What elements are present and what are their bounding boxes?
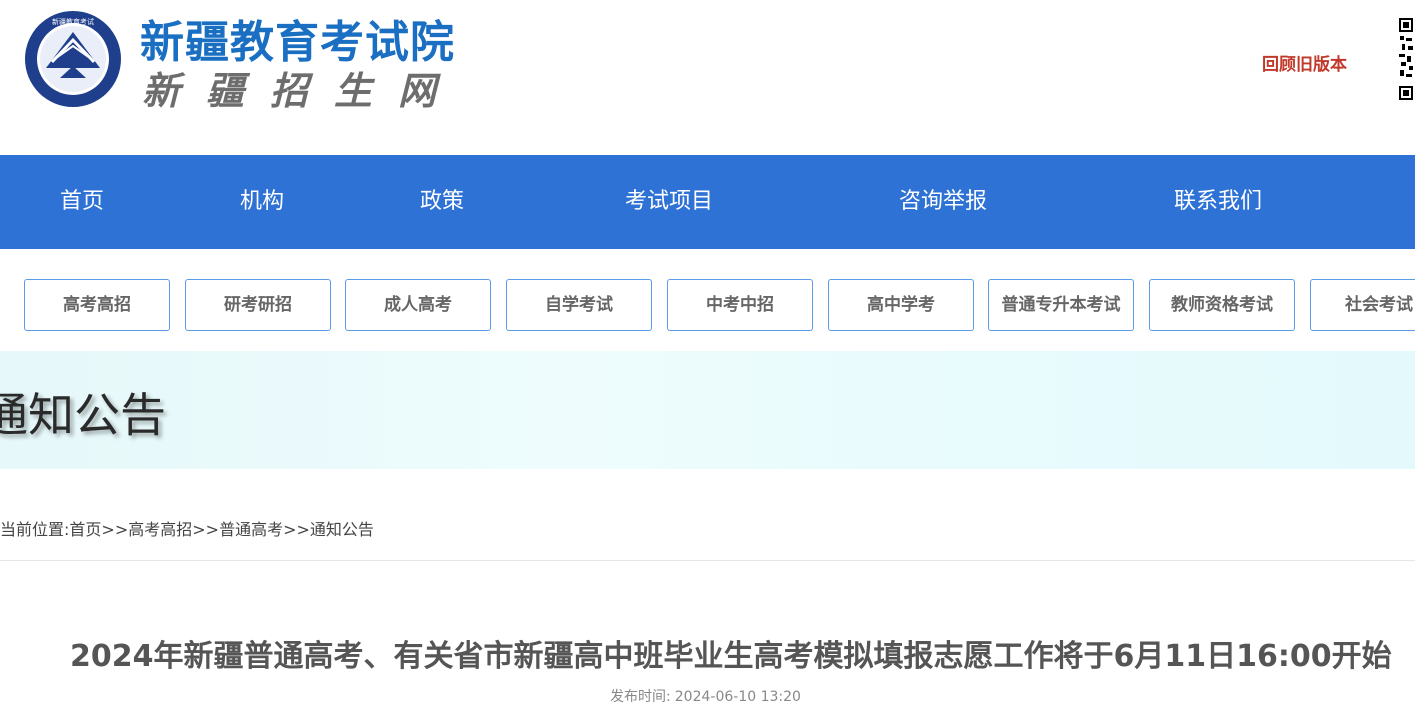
breadcrumb-separator: >> xyxy=(192,520,220,539)
article-title: 2024年新疆普通高考、有关省市新疆高中班毕业生高考模拟填报志愿工作将于6月11… xyxy=(70,639,1392,674)
nav-item-organization[interactable]: 机构 xyxy=(240,155,284,249)
category-button-zhongkao[interactable]: 中考中招 xyxy=(667,279,813,331)
category-button-high-school[interactable]: 高中学考 xyxy=(828,279,974,331)
site-header: 新疆教育考试 新疆教育考试院 新疆招生网 回顾旧版本 xyxy=(0,0,1415,155)
category-button-self-study[interactable]: 自学考试 xyxy=(506,279,652,331)
nav-item-contact-us[interactable]: 联系我们 xyxy=(1174,155,1262,249)
breadcrumb-item-home[interactable]: 首页 xyxy=(69,520,101,539)
site-subtitle: 新疆招生网 xyxy=(142,68,463,113)
nav-item-exam-projects[interactable]: 考试项目 xyxy=(625,155,713,249)
nav-item-home[interactable]: 首页 xyxy=(60,155,104,249)
category-button-social[interactable]: 社会考试 xyxy=(1310,279,1415,331)
nav-item-consult-report[interactable]: 咨询举报 xyxy=(899,155,987,249)
breadcrumb-item-gaokao[interactable]: 高考高招 xyxy=(128,520,192,539)
category-button-graduate[interactable]: 研考研招 xyxy=(185,279,331,331)
breadcrumb-prefix: 当前位置: xyxy=(0,520,70,539)
breadcrumb-separator: >> xyxy=(101,520,129,539)
publish-info: 发布时间: 2024-06-10 13:20 xyxy=(0,686,1415,706)
category-button-gaokao[interactable]: 高考高招 xyxy=(24,279,170,331)
category-button-upgrade[interactable]: 普通专升本考试 xyxy=(988,279,1134,331)
category-bar: 高考高招 研考研招 成人高考 自学考试 中考中招 高中学考 普通专升本考试 教师… xyxy=(0,249,1415,351)
qr-code-icon xyxy=(1398,16,1415,102)
publish-label: 发布时间: xyxy=(610,689,671,705)
main-nav: 首页 机构 政策 考试项目 咨询举报 联系我们 xyxy=(0,155,1415,249)
divider xyxy=(0,560,1415,561)
category-button-teacher[interactable]: 教师资格考试 xyxy=(1149,279,1295,331)
breadcrumb-separator: >> xyxy=(283,520,310,539)
section-banner: 通知公告 xyxy=(0,351,1415,469)
category-button-adult[interactable]: 成人高考 xyxy=(345,279,491,331)
breadcrumb-item-notices[interactable]: 通知公告 xyxy=(310,520,374,539)
emblem-text: 新疆教育考试 xyxy=(52,17,94,26)
publish-date: 2024-06-10 13:20 xyxy=(674,689,801,705)
site-emblem-icon[interactable]: 新疆教育考试 xyxy=(24,10,122,108)
breadcrumb-item-regular-gaokao[interactable]: 普通高考 xyxy=(219,520,283,539)
old-version-link[interactable]: 回顾旧版本 xyxy=(1262,50,1347,75)
breadcrumb: 当前位置:首页>>高考高招>>普通高考>>通知公告 xyxy=(0,516,374,540)
banner-title: 通知公告 xyxy=(0,388,166,442)
nav-item-policy[interactable]: 政策 xyxy=(420,155,464,249)
